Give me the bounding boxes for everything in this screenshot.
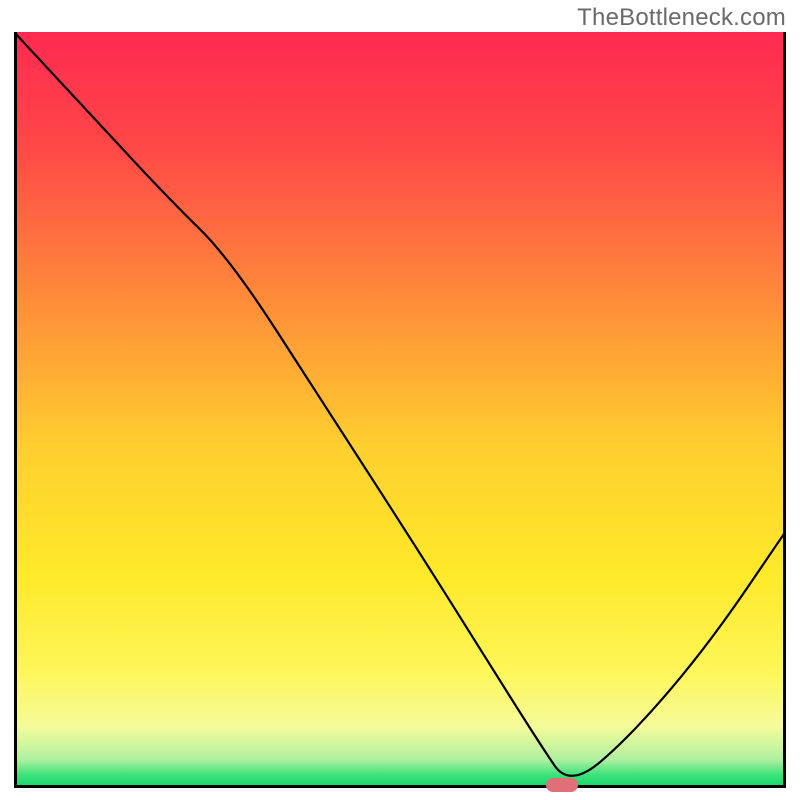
bottleneck-curve bbox=[14, 32, 786, 788]
watermark-text: TheBottleneck.com bbox=[577, 4, 786, 32]
bottleneck-chart: TheBottleneck.com bbox=[0, 0, 800, 800]
optimal-point-marker bbox=[546, 778, 578, 792]
